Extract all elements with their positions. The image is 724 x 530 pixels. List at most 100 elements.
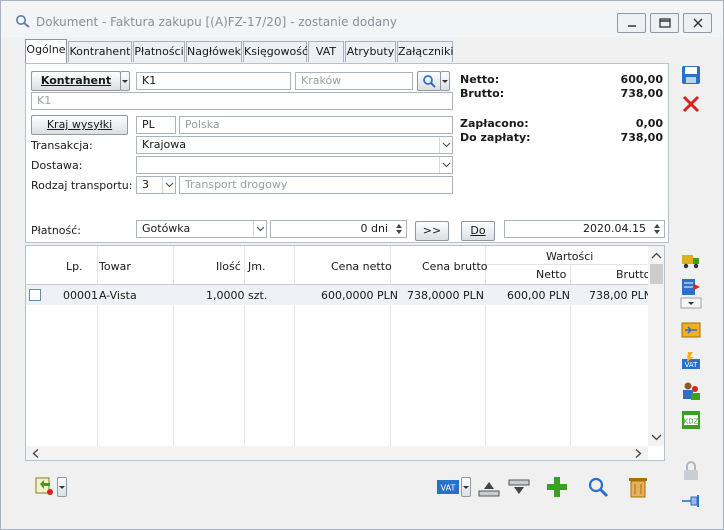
delivery-button[interactable] (680, 249, 702, 271)
kontrahent-button[interactable]: Kontrahent (31, 71, 121, 91)
tab-ogolne[interactable]: Ogólne (25, 39, 67, 63)
kontrahent-dropdown-button[interactable] (120, 71, 130, 91)
dostawa-label: Dostawa: (31, 159, 83, 172)
vertical-scrollbar[interactable] (648, 246, 665, 446)
termin-date-input[interactable]: 2020.04.15 (504, 220, 665, 238)
kontrahent-name-field[interactable]: K1 (31, 92, 453, 110)
save-icon (682, 66, 700, 84)
pin-button[interactable] (680, 490, 702, 512)
col-towar-header[interactable]: Towar (99, 260, 131, 273)
tab-platnosci[interactable]: Płatności (133, 41, 185, 62)
tab-ksiegowosc[interactable]: Księgowość (243, 41, 308, 62)
tab-atrybuty[interactable]: Atrybuty (345, 41, 396, 62)
platnosc-select[interactable]: Gotówka (136, 220, 267, 238)
rodzaj-code-value: 3 (142, 178, 149, 191)
minimize-button[interactable] (617, 13, 646, 33)
col-cena-netto-header[interactable]: Cena netto (331, 260, 392, 273)
kdz-button[interactable]: KDZ (680, 409, 702, 431)
truck-icon (682, 255, 699, 269)
delete-button[interactable] (626, 475, 650, 498)
items-grid: Lp. Towar Ilość Jm. Cena netto Cena brut… (25, 245, 665, 461)
scroll-left-icon[interactable] (28, 446, 44, 461)
kontrahent-city-input[interactable]: Kraków (295, 72, 413, 90)
cell-cena-netto: 600,0000 PLN (321, 289, 398, 302)
title-bar: Dokument - Faktura zakupu [(A)FZ-17/20] … (1, 1, 723, 37)
add-icon (547, 477, 567, 497)
zaplacono-label: Zapłacono: (460, 117, 529, 130)
do-button[interactable]: Do (461, 221, 495, 241)
export-dropdown-button[interactable] (680, 297, 702, 309)
rodzaj-code-select[interactable]: 3 (136, 176, 176, 194)
vat-icon: VAT (682, 352, 700, 369)
kdz-icon: KDZ (682, 411, 700, 429)
scroll-up-icon[interactable] (648, 248, 665, 264)
document-window: Dokument - Faktura zakupu [(A)FZ-17/20] … (0, 0, 724, 530)
horizontal-scrollbar[interactable] (26, 446, 648, 461)
cell-ilosc: 1,0000 (206, 289, 245, 302)
search-dropdown-button[interactable] (440, 71, 450, 91)
search-icon (423, 75, 436, 88)
documents-dropdown-button[interactable] (57, 477, 67, 497)
transakcja-label: Transakcja: (31, 139, 93, 152)
col-netto-header[interactable]: Netto (536, 268, 566, 281)
vat-rate-button[interactable]: VAT (436, 477, 460, 499)
transakcja-select[interactable]: Krajowa (136, 136, 453, 154)
convert-icon (681, 322, 701, 338)
tab-vat[interactable]: VAT (308, 41, 344, 62)
vat-button[interactable]: VAT (680, 350, 702, 372)
col-jm-header[interactable]: Jm. (248, 260, 265, 273)
chevron-down-icon (165, 182, 174, 188)
kontrahent-code-input[interactable]: K1 (136, 72, 291, 90)
col-cena-brutto-header[interactable]: Cena brutto (422, 260, 488, 273)
maximize-button[interactable] (650, 13, 679, 33)
move-down-button[interactable] (507, 477, 531, 499)
cancel-button[interactable] (680, 93, 702, 115)
documents-button[interactable] (33, 475, 57, 497)
vat-dropdown-button[interactable] (461, 477, 471, 497)
tab-naglowek[interactable]: Nagłówek (186, 41, 242, 62)
convert-button[interactable] (680, 319, 702, 341)
move-down-icon (508, 479, 530, 494)
table-row[interactable]: 00001 A-Vista 1,0000 szt. 600,0000 PLN 7… (26, 285, 652, 305)
dostawa-select[interactable] (136, 156, 453, 174)
svg-text:VAT: VAT (441, 484, 456, 493)
window-title: Dokument - Faktura zakupu [(A)FZ-17/20] … (36, 15, 397, 29)
kraj-wysylki-button[interactable]: Kraj wysyłki (31, 115, 128, 135)
svg-text:KDZ: KDZ (684, 418, 699, 426)
cancel-icon (682, 95, 700, 113)
users-button[interactable] (680, 380, 702, 402)
cell-netto: 600,00 PLN (507, 289, 570, 302)
tab-kontrahent[interactable]: Kontrahent (68, 41, 132, 62)
brutto-value: 738,00 (620, 87, 663, 100)
termin-arrow-button[interactable]: >> (415, 221, 449, 241)
vat-icon: VAT (437, 480, 459, 494)
general-panel: Kontrahent K1 Kraków K1 Kraj wysyłki PL … (25, 63, 669, 243)
tab-zalaczniki[interactable]: Załączniki (397, 41, 453, 62)
cell-towar: A-Vista (99, 289, 137, 302)
kraj-code-input[interactable]: PL (136, 116, 176, 134)
scroll-right-icon[interactable] (630, 446, 646, 461)
chevron-down-icon (256, 226, 265, 232)
scroll-down-icon[interactable] (648, 429, 665, 445)
cell-jm: szt. (248, 289, 268, 302)
transakcja-value: Krajowa (142, 138, 186, 151)
col-ilosc-header[interactable]: Ilość (216, 260, 241, 273)
chevron-down-icon (442, 142, 451, 148)
termin-dni-input[interactable]: 0 dni (270, 220, 407, 238)
col-brutto-header[interactable]: Brutto (616, 268, 650, 281)
export-button[interactable] (680, 276, 702, 298)
move-up-button[interactable] (477, 477, 501, 499)
kontrahent-search-button[interactable] (417, 71, 441, 91)
add-button[interactable] (545, 475, 569, 497)
platnosc-label: Płatność: (31, 224, 81, 237)
save-button[interactable] (680, 64, 702, 86)
termin-dni-value: 0 dni (360, 222, 388, 235)
col-lp-header[interactable]: Lp. (66, 260, 83, 273)
close-button[interactable] (683, 13, 712, 33)
zaplacono-value: 0,00 (635, 117, 663, 130)
move-up-icon (478, 482, 500, 497)
row-checkbox[interactable] (29, 289, 41, 301)
scroll-thumb[interactable] (650, 264, 663, 284)
lock-button[interactable] (680, 460, 702, 482)
search-item-button[interactable] (586, 475, 610, 498)
